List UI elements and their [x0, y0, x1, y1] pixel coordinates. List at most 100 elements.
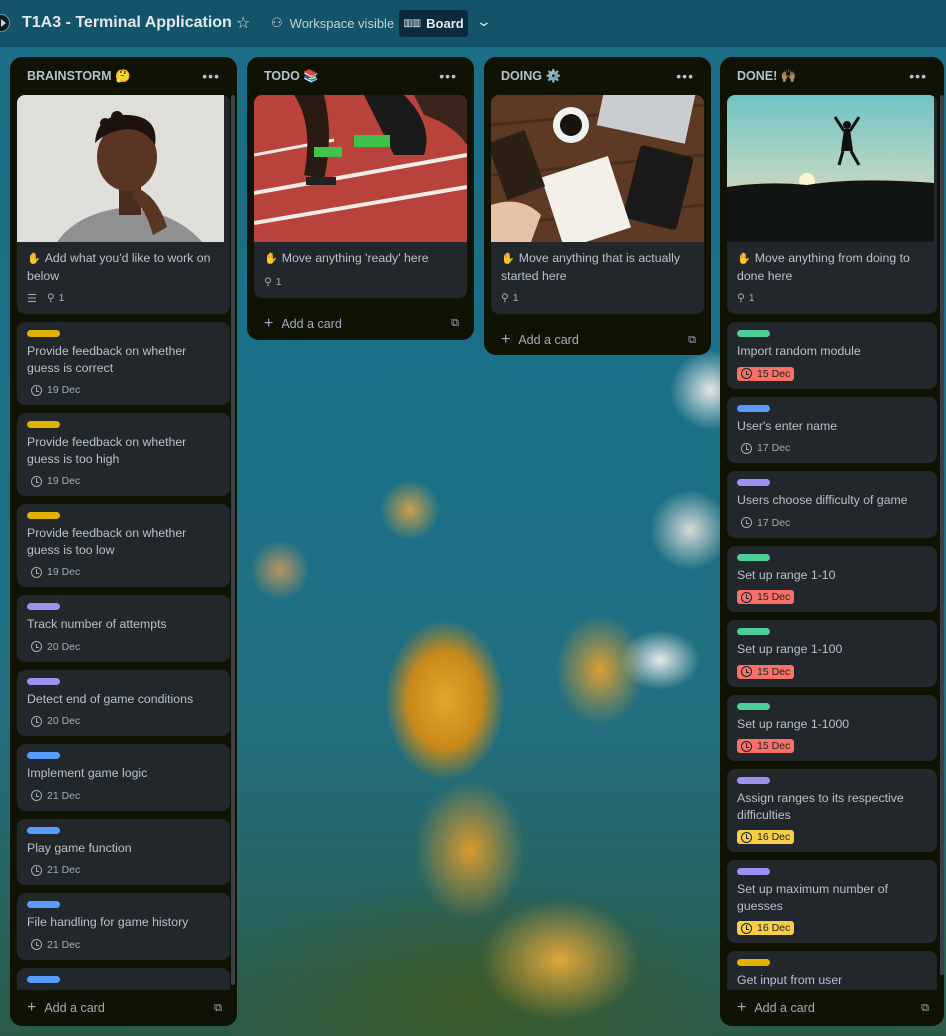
more-icon[interactable]: •••: [909, 68, 927, 84]
add-card-button[interactable]: + Add a card ⧉: [254, 306, 467, 342]
list-scrollbar[interactable]: [940, 95, 944, 975]
list-title[interactable]: DOING ⚙️: [501, 69, 561, 84]
list-doing: DOING ⚙️ ••• ✋ Move anything that is actu…: [484, 57, 711, 355]
cover-image-sunset: [727, 95, 937, 242]
list-card[interactable]: Provide feedback on whether guess is cor…: [17, 322, 230, 405]
add-card-button[interactable]: + Add a card ⧉: [727, 990, 937, 1026]
list-card[interactable]: Set up range 1-1000 15 Dec: [727, 694, 937, 761]
clock-icon: [741, 591, 752, 603]
board-view-button[interactable]: ▥▥ Board: [399, 10, 468, 37]
card-template-icon[interactable]: ⧉: [451, 317, 459, 330]
card-title: ✋ Move anything 'ready' here: [264, 251, 429, 265]
list-card[interactable]: Provide feedback on whether guess is too…: [17, 504, 230, 587]
visibility-button[interactable]: ⚇ Workspace visible: [271, 15, 394, 31]
due-date-badge[interactable]: 21 Dec: [27, 938, 84, 952]
list-card[interactable]: Get input from user19 Dec: [727, 951, 937, 990]
due-date-text: 16 Dec: [757, 922, 791, 934]
star-icon[interactable]: ☆: [236, 13, 250, 33]
card-label[interactable]: [27, 603, 60, 610]
due-date-badge[interactable]: 19 Dec: [27, 474, 84, 488]
list-card[interactable]: Play game function 21 Dec: [17, 818, 230, 885]
list-card[interactable]: Assign ranges to its respective difficul…: [727, 769, 937, 852]
card-label[interactable]: [737, 959, 770, 966]
clock-icon: [31, 384, 42, 396]
play-icon[interactable]: [0, 14, 10, 32]
list-cards[interactable]: ✋ Move anything from doing to done here ⚲…: [727, 95, 937, 990]
due-date-badge[interactable]: 15 Dec: [737, 664, 795, 679]
due-date-badge[interactable]: 15 Dec: [737, 590, 795, 604]
list-title[interactable]: TODO 📚: [264, 69, 319, 84]
more-icon[interactable]: •••: [202, 68, 220, 84]
due-date-badge[interactable]: 19 Dec: [27, 565, 84, 579]
list-card[interactable]: Provide feedback on whether guess is too…: [17, 413, 230, 496]
list-cards[interactable]: ✋ Add what you'd like to work on below ☰ …: [17, 95, 230, 990]
card-label[interactable]: [27, 330, 60, 337]
list-card[interactable]: Set up range 1-10 15 Dec: [727, 545, 937, 612]
hand-icon: ✋: [264, 253, 278, 265]
card-label[interactable]: [737, 702, 770, 710]
plus-icon: +: [264, 314, 274, 332]
card-label[interactable]: [27, 512, 60, 519]
list-card[interactable]: Detect end of game conditions 20 Dec: [17, 669, 230, 736]
card-label[interactable]: [27, 677, 60, 685]
card-label[interactable]: [27, 826, 60, 834]
card-badges: 16 Dec: [737, 828, 927, 846]
add-card-button[interactable]: + Add a card ⧉: [491, 322, 704, 358]
list-header: BRAINSTORM 🤔 •••: [17, 57, 230, 95]
attachment-badge: ⚲ 1: [501, 292, 519, 304]
card-label[interactable]: [737, 868, 770, 875]
list-card[interactable]: Track number of attempts 20 Dec: [17, 595, 230, 662]
cover-card[interactable]: ✋ Add what you'd like to work on below ☰ …: [17, 95, 230, 314]
cover-card[interactable]: ✋ Move anything from doing to done here ⚲…: [727, 95, 937, 314]
card-badges: 17 Dec: [737, 514, 927, 532]
due-date-text: 19 Dec: [47, 384, 81, 396]
due-date-badge[interactable]: 16 Dec: [737, 830, 795, 844]
due-date-badge[interactable]: 20 Dec: [27, 640, 84, 654]
list-card[interactable]: Apply DRY21 Dec: [17, 967, 230, 990]
list-card[interactable]: Implement game logic 21 Dec: [17, 744, 230, 811]
due-date-badge[interactable]: 17 Dec: [737, 441, 794, 455]
list-card[interactable]: User's enter name 17 Dec: [727, 396, 937, 463]
add-card-button[interactable]: + Add a card ⧉: [17, 990, 230, 1026]
cover-card[interactable]: ✋ Move anything that is actually started …: [491, 95, 704, 314]
clock-icon: [31, 790, 42, 801]
due-date-badge[interactable]: 15 Dec: [737, 366, 795, 381]
card-badges: 20 Dec: [27, 712, 220, 730]
board-title[interactable]: T1A3 - Terminal Application: [22, 14, 232, 32]
card-label[interactable]: [27, 421, 60, 428]
due-date-badge[interactable]: 16 Dec: [737, 921, 795, 935]
card-label[interactable]: [737, 628, 770, 635]
due-date-badge[interactable]: 15 Dec: [737, 739, 795, 753]
list-title[interactable]: DONE! 🙌🏽: [737, 69, 796, 84]
list-card[interactable]: File handling for game history 21 Dec: [17, 893, 230, 960]
list-card[interactable]: Users choose difficulty of game 17 Dec: [727, 471, 937, 538]
list-card[interactable]: Import random module 15 Dec: [727, 322, 937, 389]
list-card[interactable]: Set up range 1-100 15 Dec: [727, 620, 937, 687]
card-label[interactable]: [737, 404, 770, 412]
card-template-icon[interactable]: ⧉: [688, 334, 696, 347]
chevron-down-icon[interactable]: ⌄: [476, 13, 492, 30]
card-label[interactable]: [737, 479, 770, 486]
due-date-badge[interactable]: 19 Dec: [27, 383, 84, 397]
card-label[interactable]: [737, 777, 770, 784]
due-date-text: 20 Dec: [47, 640, 81, 653]
card-label[interactable]: [27, 901, 60, 908]
more-icon[interactable]: •••: [676, 68, 694, 84]
list-title[interactable]: BRAINSTORM 🤔: [27, 69, 131, 84]
cover-card[interactable]: ✋ Move anything 'ready' here ⚲ 1: [254, 95, 467, 298]
card-label[interactable]: [737, 330, 770, 337]
card-template-icon[interactable]: ⧉: [214, 1002, 222, 1015]
card-title: Detect end of game conditions: [27, 691, 194, 706]
card-label[interactable]: [27, 975, 60, 983]
due-date-badge[interactable]: 17 Dec: [737, 516, 794, 530]
list-card[interactable]: Set up maximum number of guesses 16 Dec: [727, 860, 937, 943]
paperclip-icon: ⚲: [264, 275, 272, 288]
card-template-icon[interactable]: ⧉: [921, 1002, 929, 1015]
due-date-badge[interactable]: 21 Dec: [27, 789, 84, 803]
more-icon[interactable]: •••: [439, 68, 457, 84]
list-scrollbar[interactable]: [231, 95, 235, 985]
card-label[interactable]: [27, 752, 60, 759]
due-date-badge[interactable]: 20 Dec: [27, 714, 84, 728]
card-label[interactable]: [737, 553, 770, 561]
due-date-badge[interactable]: 21 Dec: [27, 863, 84, 877]
